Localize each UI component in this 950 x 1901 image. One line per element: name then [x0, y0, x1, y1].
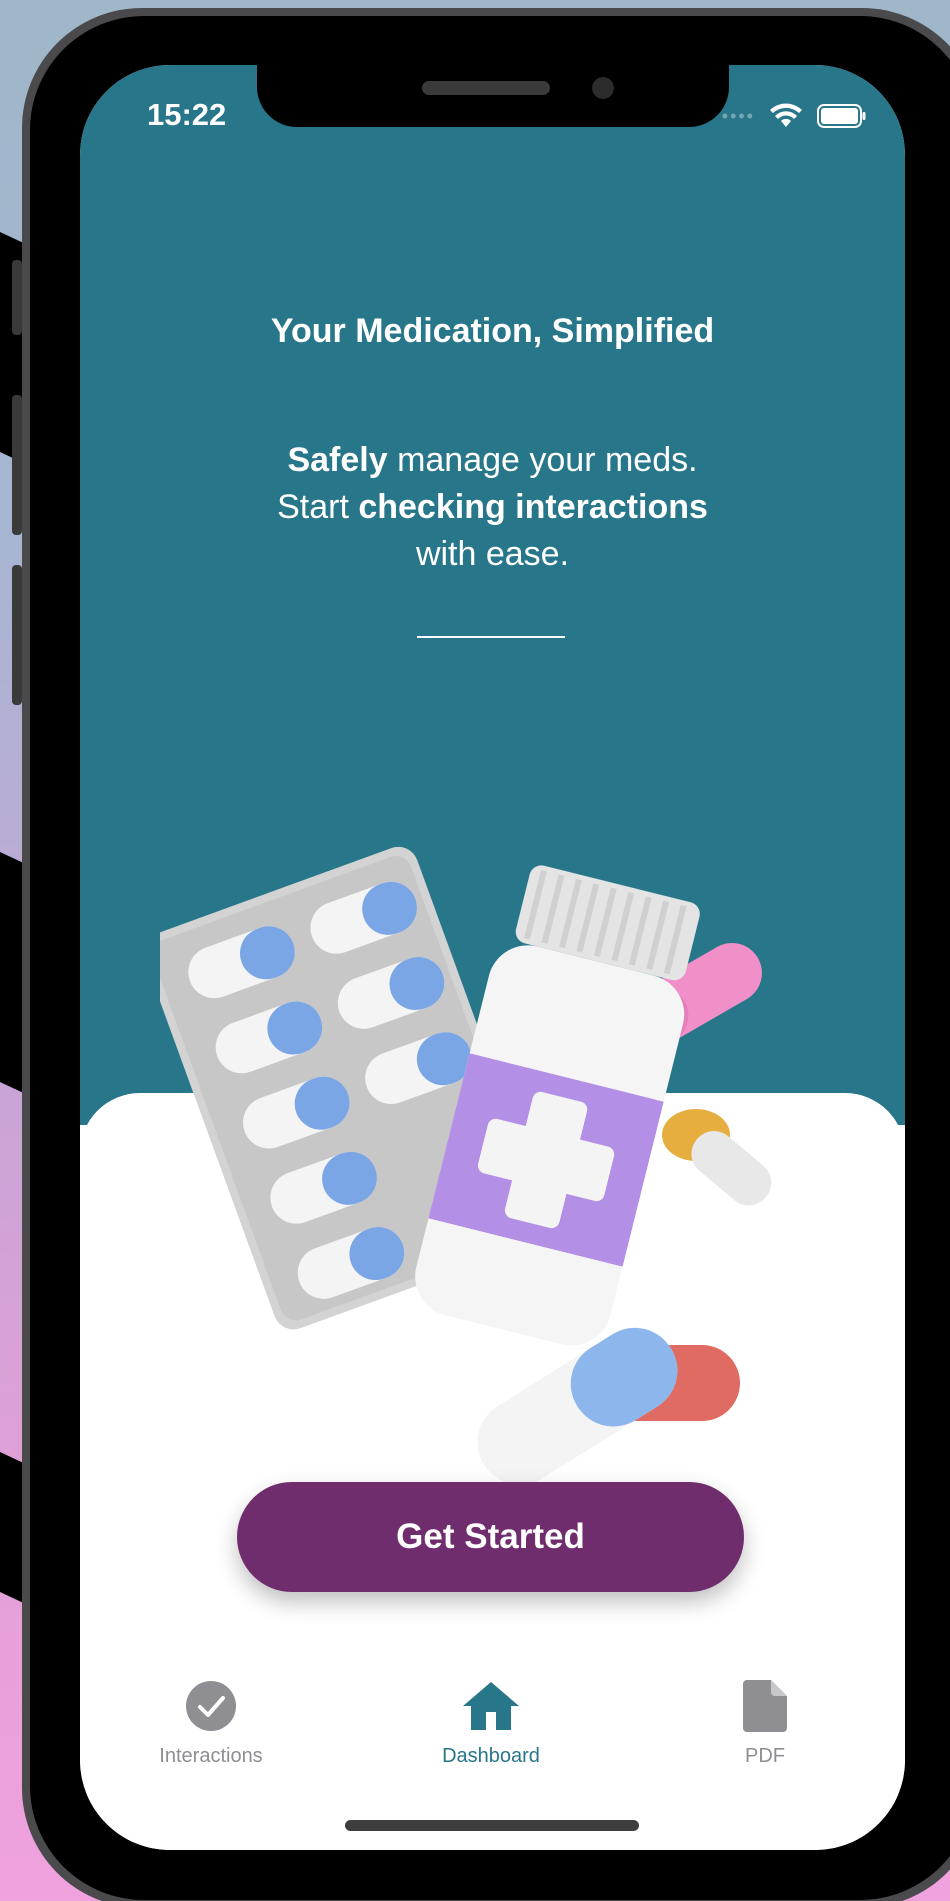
battery-icon — [817, 104, 866, 128]
tab-label: Dashboard — [442, 1745, 540, 1767]
app-screen: 15:22 •••• Your Medication, Simplified S… — [80, 65, 905, 1850]
home-indicator[interactable] — [345, 1820, 639, 1831]
phone-side-button — [12, 260, 22, 335]
signal-dots-icon: •••• — [721, 105, 755, 126]
home-icon — [463, 1682, 519, 1730]
tab-interactions[interactable]: Interactions — [111, 1680, 311, 1768]
tab-pdf[interactable]: PDF — [665, 1680, 865, 1768]
device-notch — [257, 65, 729, 127]
tagline-text: manage your meds. — [387, 441, 698, 479]
tagline: Safely manage your meds. Start checking … — [80, 437, 905, 578]
phone-side-button — [12, 395, 22, 535]
document-icon — [743, 1680, 787, 1732]
check-circle-icon — [186, 1681, 236, 1731]
phone-side-button — [12, 565, 22, 705]
tagline-bold: Safely — [287, 441, 388, 479]
tab-label: Interactions — [159, 1745, 263, 1767]
tab-label: PDF — [745, 1745, 785, 1767]
tab-bar: Interactions Dashboard PDF — [80, 1680, 905, 1790]
speaker-grille — [422, 81, 550, 95]
get-started-button[interactable]: Get Started — [237, 1482, 744, 1592]
status-icons: •••• — [722, 103, 867, 129]
status-time: 15:22 — [147, 97, 227, 132]
tagline-text: Start — [277, 488, 359, 526]
page-title: Your Medication, Simplified — [270, 312, 715, 350]
tagline-bold: checking interactions — [358, 488, 708, 526]
front-camera — [592, 77, 614, 99]
tagline-text: with ease. — [415, 535, 570, 573]
tab-dashboard[interactable]: Dashboard — [391, 1680, 591, 1768]
divider — [417, 636, 565, 638]
medication-illustration — [160, 846, 772, 1483]
wifi-icon — [770, 103, 802, 127]
